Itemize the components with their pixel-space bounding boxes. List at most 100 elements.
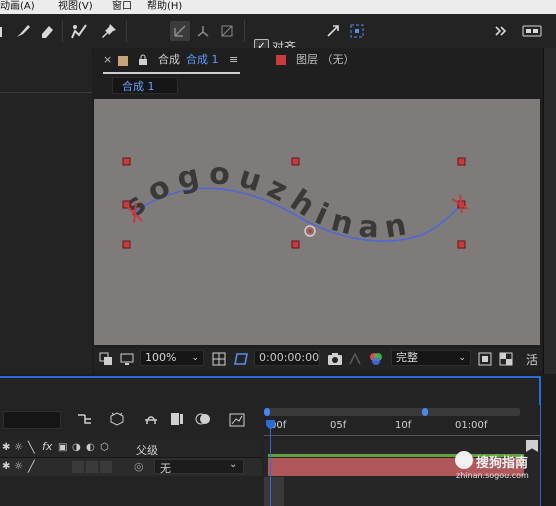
adjustment-layer-icon[interactable]: ◐: [86, 442, 95, 453]
graph-editor-icon[interactable]: [228, 410, 246, 428]
ruler-label: 01:00f: [455, 420, 488, 431]
transparency-grid-icon[interactable]: [499, 352, 513, 369]
work-area-bar[interactable]: [266, 408, 520, 416]
menu-bar: 动画(A) 视图(V) 窗口 帮助(H): [0, 0, 556, 14]
region-of-interest-icon[interactable]: [99, 352, 113, 369]
watermark-logo-icon: [455, 451, 473, 469]
track-empty-area: [264, 477, 284, 506]
chevron-down-icon: ⌄: [191, 353, 199, 363]
snap-target-icon[interactable]: [348, 22, 366, 40]
close-icon[interactable]: ×: [103, 50, 112, 70]
ruler-label: 05f: [330, 420, 347, 431]
solo-switch-icon[interactable]: ✱: [2, 461, 10, 472]
chevron-down-icon: ⌄: [229, 459, 238, 470]
solo-icon[interactable]: ✱: [2, 442, 10, 453]
layer-row[interactable]: ✱ ☼ ╱ ◎ 无 ⌄: [0, 458, 262, 476]
fast-preview-icon[interactable]: [478, 352, 492, 369]
work-area-end-handle[interactable]: [422, 408, 428, 416]
menu-animation[interactable]: 动画(A): [0, 0, 35, 14]
composition-viewer[interactable]: sogouzhinan: [94, 99, 540, 345]
effects-icon[interactable]: fx: [42, 440, 52, 453]
zoom-dropdown[interactable]: 100% ⌄: [140, 350, 204, 366]
right-panel-edge: [543, 48, 556, 374]
watermark-url: zhinan.sogou.com: [456, 471, 529, 480]
bounding-handle[interactable]: [457, 240, 466, 249]
shy-icon[interactable]: ☼: [14, 442, 23, 453]
puppet-pin-icon[interactable]: [100, 22, 118, 40]
roto-brush-icon[interactable]: [70, 22, 88, 40]
layer-search-input[interactable]: [3, 411, 61, 429]
axis-local-icon[interactable]: [170, 21, 190, 41]
bounding-handle[interactable]: [291, 157, 300, 166]
path-end-marker[interactable]: [451, 194, 469, 214]
work-area-start-handle[interactable]: [264, 408, 270, 416]
menu-view[interactable]: 视图(V): [58, 0, 93, 14]
flowchart-icon[interactable]: [76, 410, 94, 428]
expand-icon[interactable]: [492, 22, 510, 40]
pick-whip-icon[interactable]: ◎: [134, 460, 144, 473]
color-channels-icon[interactable]: [368, 351, 384, 370]
shy-layers-icon[interactable]: [142, 410, 160, 428]
parent-column-header: 父级: [136, 444, 158, 457]
workspace-icon[interactable]: [520, 22, 544, 40]
camera-icon[interactable]: [327, 352, 343, 369]
parent-dropdown[interactable]: 无 ⌄: [154, 459, 244, 475]
brush-icon[interactable]: [14, 22, 32, 40]
bounding-handle[interactable]: [122, 240, 131, 249]
paint-brush-icon[interactable]: [0, 22, 12, 40]
axis-view-icon[interactable]: [218, 22, 236, 40]
mask-visibility-icon[interactable]: [234, 351, 250, 370]
bounding-handle[interactable]: [291, 240, 300, 249]
switch-box[interactable]: [72, 461, 84, 473]
toolbar: ✓ 对齐: [0, 14, 556, 54]
composition-color-icon: [118, 56, 128, 66]
switch-box[interactable]: [86, 461, 98, 473]
playhead-line[interactable]: [270, 430, 271, 506]
anchor-point-center: [308, 229, 312, 233]
layer-color-icon: [276, 55, 286, 65]
resolution-value: 完整: [396, 351, 418, 364]
viewer-control-bar: 100% ⌄ 0:00:00:00 完整 ⌄ 活: [94, 348, 542, 370]
active-tab-underline: [103, 72, 240, 74]
canvas-drawing: sogouzhinan: [117, 156, 469, 249]
panel-menu-icon[interactable]: ≡: [229, 50, 238, 70]
path-text[interactable]: sogouzhinan: [117, 156, 417, 245]
ruler-baseline: [264, 435, 540, 436]
composition-subtab[interactable]: 合成 1: [112, 77, 178, 94]
3d-layer-icon[interactable]: ⬡: [100, 442, 109, 453]
axis-world-icon[interactable]: [194, 22, 212, 40]
watermark-text: 搜狗指南: [476, 456, 529, 471]
shy-switch-icon[interactable]: ☼: [14, 461, 23, 472]
lock-icon[interactable]: [138, 54, 148, 69]
chevron-down-icon: ⌄: [458, 353, 466, 363]
menu-help[interactable]: 帮助(H): [147, 0, 182, 14]
frame-blending-icon[interactable]: [168, 410, 186, 428]
toolbar-divider: [62, 20, 63, 42]
frame-blend-column-icon[interactable]: ▣: [58, 442, 67, 453]
quality-icon[interactable]: ╲: [28, 441, 35, 454]
zoom-value: 100%: [145, 351, 177, 364]
monitor-icon[interactable]: [120, 352, 134, 369]
show-snapshot-icon[interactable]: [348, 352, 362, 369]
time-ruler[interactable]: 00f 05f 10f 01:00f: [264, 405, 540, 440]
composition-tab-active[interactable]: 合成 1: [186, 50, 219, 70]
active-camera-label[interactable]: 活: [526, 351, 538, 368]
panel-divider: [0, 92, 92, 93]
bounding-handle[interactable]: [122, 157, 131, 166]
motion-blur-column-icon[interactable]: ◑: [72, 442, 81, 453]
toolbar-divider: [126, 20, 127, 42]
timecode-field[interactable]: 0:00:00:00: [254, 350, 320, 366]
composition-tab-prefix[interactable]: 合成: [158, 50, 180, 70]
motion-blur-icon[interactable]: [194, 410, 212, 428]
switch-box[interactable]: [100, 461, 112, 473]
resolution-dropdown[interactable]: 完整 ⌄: [391, 350, 471, 366]
layer-column-header: ✱ ☼ ╲ fx ▣ ◑ ◐ ⬡ 父级: [0, 440, 262, 458]
eraser-icon[interactable]: [38, 22, 56, 40]
layer-tab[interactable]: 图层 （无）: [296, 50, 355, 70]
grid-options-icon[interactable]: [212, 352, 226, 369]
bounding-handle[interactable]: [457, 157, 466, 166]
menu-window[interactable]: 窗口: [112, 0, 132, 14]
draft-3d-icon[interactable]: [108, 410, 126, 428]
quality-switch-icon[interactable]: ╱: [28, 460, 35, 473]
snap-icon[interactable]: [324, 22, 342, 40]
